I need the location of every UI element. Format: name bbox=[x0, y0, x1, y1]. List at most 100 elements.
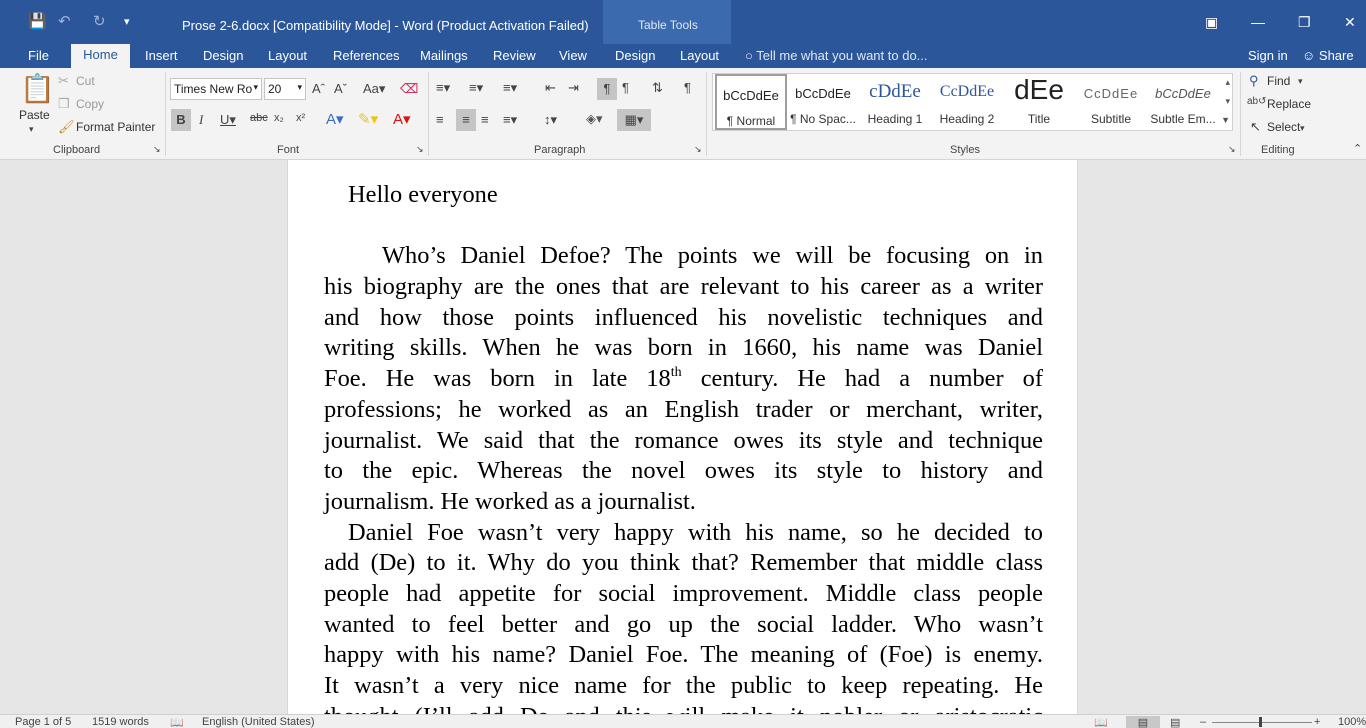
align-right-icon[interactable]: ≡ bbox=[481, 112, 489, 127]
sort-icon[interactable]: ⇅ bbox=[652, 80, 663, 96]
style-heading-1[interactable]: cDdEe Heading 1 bbox=[859, 74, 931, 130]
ltr-direction-icon[interactable]: ¶ bbox=[597, 78, 617, 100]
grow-font-icon[interactable]: Aˆ bbox=[312, 81, 325, 96]
zoom-out-icon[interactable]: – bbox=[1200, 716, 1206, 728]
zoom-in-icon[interactable]: + bbox=[1314, 716, 1320, 728]
bullets-icon[interactable]: ≡▾ bbox=[436, 80, 450, 96]
word-count[interactable]: 1519 words bbox=[92, 716, 149, 728]
select-button[interactable]: Select bbox=[1267, 120, 1300, 134]
font-size-value: 20 bbox=[268, 82, 282, 96]
align-left-icon[interactable]: ≡ bbox=[436, 112, 444, 127]
cut-button[interactable]: Cut bbox=[76, 74, 95, 88]
clipboard-launcher-icon[interactable]: ↘ bbox=[153, 144, 161, 155]
document-body[interactable]: Hello everyone Who’s Daniel Defoe? The p… bbox=[324, 180, 1043, 714]
maximize-icon[interactable]: ❐ bbox=[1298, 14, 1311, 31]
web-layout-icon[interactable]: ▤ bbox=[1170, 716, 1180, 728]
align-center-icon[interactable]: ≡ bbox=[456, 109, 476, 131]
redo-icon[interactable]: ↻ bbox=[93, 12, 106, 30]
style-title[interactable]: dEe Title bbox=[1003, 74, 1075, 130]
ribbon-display-options-icon[interactable]: ▣ bbox=[1205, 14, 1218, 31]
document-page[interactable]: Hello everyone Who’s Daniel Defoe? The p… bbox=[287, 160, 1078, 714]
styles-more-icon[interactable]: ▼ bbox=[1221, 115, 1230, 125]
justify-icon[interactable]: ≡▾ bbox=[503, 112, 517, 128]
paste-button[interactable]: Paste bbox=[19, 108, 50, 122]
format-painter-button[interactable]: Format Painter bbox=[76, 120, 155, 134]
font-size-dropdown-icon[interactable]: ▾ bbox=[297, 82, 302, 93]
proofing-icon[interactable]: 📖 bbox=[170, 716, 184, 728]
tab-file[interactable]: File bbox=[28, 48, 49, 63]
minimize-icon[interactable]: — bbox=[1251, 14, 1265, 30]
collapse-ribbon-icon[interactable]: ⌃ bbox=[1353, 142, 1362, 155]
tab-design[interactable]: Design bbox=[203, 48, 243, 63]
font-name-box[interactable]: Times New Ro ▾ bbox=[170, 78, 262, 100]
tell-me-placeholder: Tell me what you want to do... bbox=[756, 48, 928, 63]
numbering-icon[interactable]: ≡▾ bbox=[469, 80, 483, 96]
underline-icon[interactable]: U▾ bbox=[220, 112, 236, 128]
copy-button[interactable]: Copy bbox=[76, 97, 104, 111]
text-effects-icon[interactable]: A▾ bbox=[326, 110, 344, 128]
subscript-icon[interactable]: x₂ bbox=[274, 112, 284, 124]
font-launcher-icon[interactable]: ↘ bbox=[416, 144, 424, 155]
tab-view[interactable]: View bbox=[559, 48, 587, 63]
decrease-indent-icon[interactable]: ⇤ bbox=[545, 80, 556, 96]
font-name-dropdown-icon[interactable]: ▾ bbox=[253, 82, 258, 93]
multilevel-list-icon[interactable]: ≡▾ bbox=[503, 80, 517, 96]
tab-review[interactable]: Review bbox=[493, 48, 536, 63]
tab-table-design[interactable]: Design bbox=[615, 48, 655, 63]
shading-icon[interactable]: ◈▾ bbox=[586, 111, 603, 127]
tab-layout[interactable]: Layout bbox=[268, 48, 307, 63]
bold-icon[interactable]: B bbox=[171, 109, 191, 131]
zoom-slider-handle[interactable] bbox=[1259, 717, 1262, 727]
line-spacing-icon[interactable]: ↕▾ bbox=[544, 112, 557, 128]
change-case-icon[interactable]: Aa▾ bbox=[363, 81, 385, 97]
close-icon[interactable]: ✕ bbox=[1344, 14, 1356, 31]
tab-mailings[interactable]: Mailings bbox=[420, 48, 468, 63]
font-size-box[interactable]: 20 ▾ bbox=[264, 78, 306, 100]
paragraph-line: happy with his name? Daniel Foe. The mea… bbox=[324, 641, 1043, 669]
customize-quick-access-icon[interactable]: ▾ bbox=[124, 15, 130, 28]
borders-icon[interactable]: ▦▾ bbox=[617, 109, 651, 131]
rtl-direction-icon[interactable]: ¶ bbox=[622, 80, 629, 95]
clear-formatting-icon[interactable]: ⌫ bbox=[400, 81, 418, 97]
tab-insert[interactable]: Insert bbox=[145, 48, 178, 63]
paste-icon[interactable]: 📋 bbox=[20, 72, 55, 105]
style-subtle-emphasis[interactable]: bCcDdEe Subtle Em... bbox=[1147, 74, 1219, 130]
find-dropdown-icon[interactable]: ▾ bbox=[1298, 76, 1303, 87]
tab-home[interactable]: Home bbox=[71, 44, 130, 68]
page-count[interactable]: Page 1 of 5 bbox=[15, 716, 71, 728]
strikethrough-icon[interactable]: abc bbox=[250, 112, 268, 124]
increase-indent-icon[interactable]: ⇥ bbox=[568, 80, 579, 96]
font-name-value: Times New Ro bbox=[174, 82, 253, 96]
paragraph-line: and how those points influenced his nove… bbox=[324, 303, 1043, 331]
print-layout-icon[interactable]: ▤ bbox=[1126, 716, 1160, 728]
find-button[interactable]: Find bbox=[1267, 74, 1290, 88]
replace-button[interactable]: Replace bbox=[1267, 97, 1311, 111]
superscript-icon[interactable]: x² bbox=[296, 112, 305, 124]
tab-references[interactable]: References bbox=[333, 48, 399, 63]
read-mode-icon[interactable]: 📖 bbox=[1094, 716, 1108, 728]
style-no-spacing[interactable]: bCcDdEe ¶ No Spac... bbox=[787, 74, 859, 130]
tell-me-box[interactable]: ○ Tell me what you want to do... bbox=[745, 48, 928, 63]
italic-icon[interactable]: I bbox=[199, 112, 203, 128]
highlight-color-icon[interactable]: ✎▾ bbox=[358, 110, 378, 128]
paste-dropdown-icon[interactable]: ▾ bbox=[29, 124, 34, 135]
styles-scroll-up-icon[interactable]: ▴ bbox=[1225, 77, 1230, 88]
zoom-level[interactable]: 100% bbox=[1338, 716, 1366, 728]
styles-launcher-icon[interactable]: ↘ bbox=[1228, 144, 1236, 155]
styles-scroll-down-icon[interactable]: ▾ bbox=[1225, 96, 1230, 107]
sign-in-link[interactable]: Sign in bbox=[1248, 48, 1288, 63]
shrink-font-icon[interactable]: Aˇ bbox=[334, 81, 347, 96]
zoom-slider[interactable] bbox=[1212, 722, 1312, 723]
style-subtitle[interactable]: CcDdEe Subtitle bbox=[1075, 74, 1147, 130]
share-button[interactable]: ☺ Share bbox=[1302, 48, 1354, 63]
undo-icon[interactable]: ↶ bbox=[58, 12, 71, 30]
save-icon[interactable]: 💾 bbox=[28, 12, 47, 30]
show-marks-icon[interactable]: ¶ bbox=[684, 80, 691, 95]
font-color-icon[interactable]: A▾ bbox=[393, 110, 411, 128]
style-normal[interactable]: bCcDdEe ¶ Normal bbox=[715, 74, 787, 130]
paragraph-launcher-icon[interactable]: ↘ bbox=[694, 144, 702, 155]
tab-table-layout[interactable]: Layout bbox=[680, 48, 719, 63]
style-heading-2[interactable]: CcDdEe Heading 2 bbox=[931, 74, 1003, 130]
language-indicator[interactable]: English (United States) bbox=[202, 716, 315, 728]
select-dropdown-icon[interactable]: ▾ bbox=[1300, 123, 1305, 134]
